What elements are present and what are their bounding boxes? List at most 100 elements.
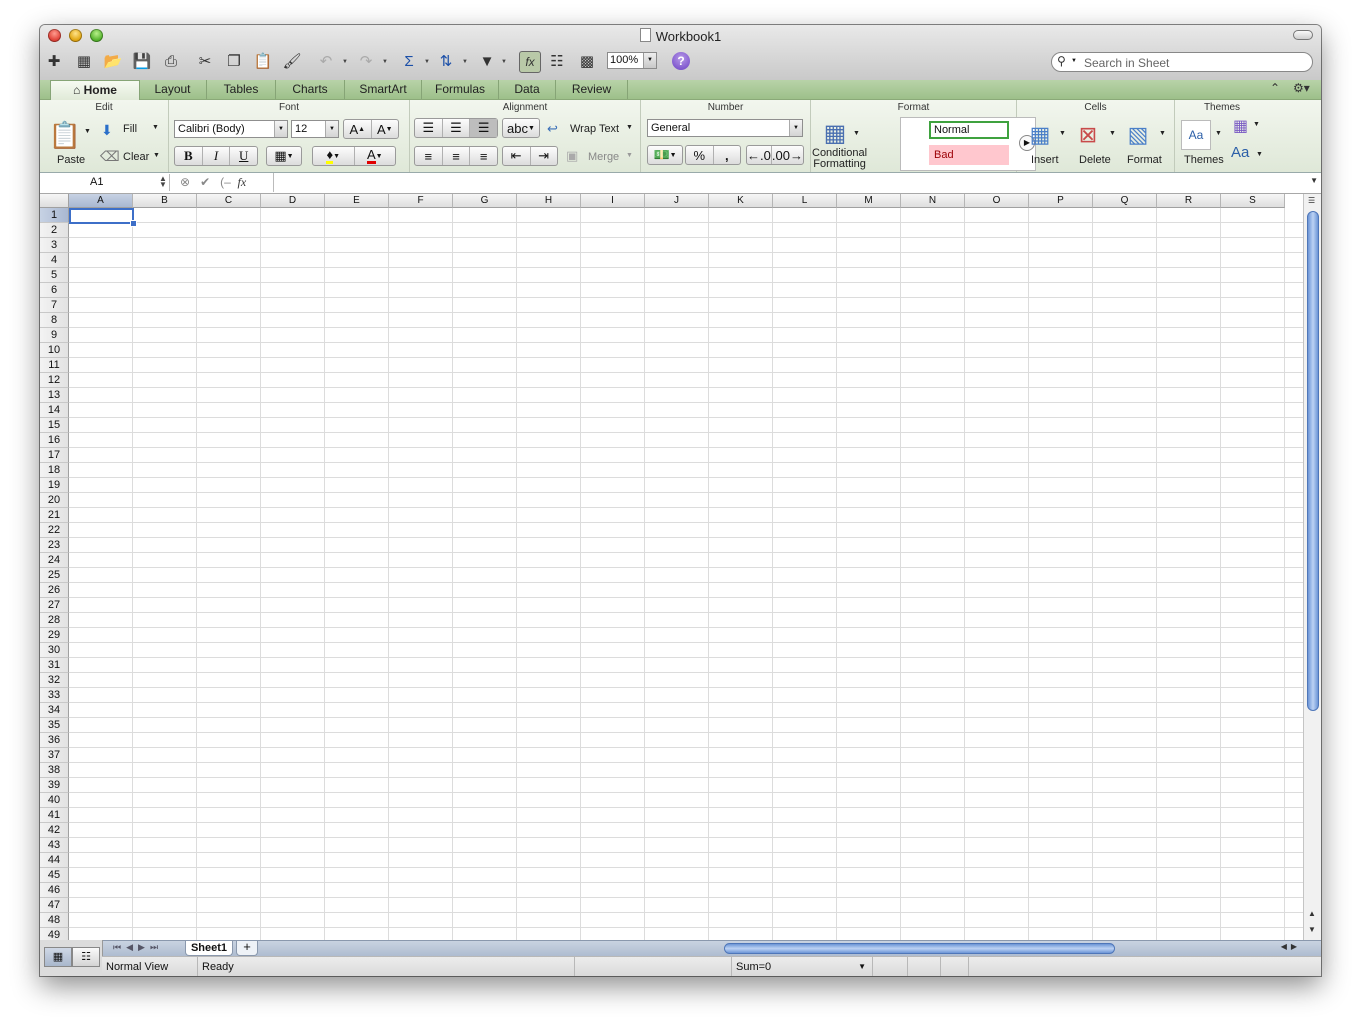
comma-button[interactable]: , <box>714 146 741 164</box>
formula-expand-icon[interactable]: ▼ <box>1310 176 1318 185</box>
row-header[interactable]: 10 <box>40 343 69 358</box>
tab-home[interactable]: ⌂ Home <box>50 80 140 101</box>
shrink-font-button[interactable]: A ▼ <box>372 120 399 138</box>
column-header[interactable]: I <box>581 194 645 208</box>
row-header[interactable]: 17 <box>40 448 69 463</box>
row-header[interactable]: 38 <box>40 763 69 778</box>
row-header[interactable]: 33 <box>40 688 69 703</box>
cut-icon[interactable]: ✂ <box>195 51 215 71</box>
column-header[interactable]: K <box>709 194 773 208</box>
tab-tables[interactable]: Tables <box>207 80 276 99</box>
status-sum[interactable]: Sum=0 ▼ <box>732 957 873 976</box>
insert-cells-icon[interactable]: ▦ <box>1025 120 1055 150</box>
column-header[interactable]: G <box>453 194 517 208</box>
merge-button[interactable]: Merge <box>588 151 619 163</box>
tab-data[interactable]: Data <box>499 80 556 99</box>
row-header[interactable]: 46 <box>40 883 69 898</box>
row-header[interactable]: 32 <box>40 673 69 688</box>
theme-fonts-dropdown-icon[interactable]: ▼ <box>1256 151 1263 158</box>
search-box[interactable]: ⚲ ▼ <box>1051 52 1313 72</box>
sheet-nav-arrows[interactable]: ⏮◀▶⏭ <box>113 942 163 953</box>
row-header[interactable]: 15 <box>40 418 69 433</box>
column-header[interactable]: D <box>261 194 325 208</box>
orientation-button[interactable]: abc ▼ <box>502 118 540 138</box>
font-size-select[interactable]: 12 ▼ <box>291 120 339 138</box>
row-header[interactable]: 18 <box>40 463 69 478</box>
row-header[interactable]: 30 <box>40 643 69 658</box>
row-header[interactable]: 24 <box>40 553 69 568</box>
theme-colors-dropdown-icon[interactable]: ▼ <box>1253 121 1260 128</box>
name-box[interactable]: A1 <box>40 174 170 191</box>
vertical-scrollbar[interactable]: ☰ ▲ ▼ <box>1303 194 1321 940</box>
vertical-scroll-thumb[interactable] <box>1307 211 1319 711</box>
media-browser-icon[interactable]: ▩ <box>577 51 597 71</box>
row-header[interactable]: 43 <box>40 838 69 853</box>
format-cells-icon[interactable]: ▧ <box>1123 120 1153 150</box>
sheet-tab-sheet1[interactable]: Sheet1 <box>185 941 233 956</box>
split-handle-icon[interactable]: ☰ <box>1308 196 1315 205</box>
row-header[interactable]: 25 <box>40 568 69 583</box>
font-size-dropdown-icon[interactable]: ▼ <box>325 121 338 137</box>
delete-cells-icon[interactable]: ⊠ <box>1073 120 1103 150</box>
cancel-entry-icon[interactable]: ⊗ <box>180 175 190 189</box>
insert-button[interactable]: Insert <box>1031 154 1059 166</box>
increase-indent-icon[interactable]: ⇥ <box>531 147 558 165</box>
row-header[interactable]: 27 <box>40 598 69 613</box>
row-header[interactable]: 39 <box>40 778 69 793</box>
row-header[interactable]: 45 <box>40 868 69 883</box>
open-icon[interactable]: 📂 <box>103 51 123 71</box>
name-box-stepper-icon[interactable]: ▲ ▼ <box>159 175 167 189</box>
collapse-ribbon-icon[interactable]: ⌃ <box>1270 81 1280 95</box>
scroll-down-icon[interactable]: ▼ <box>1308 925 1316 934</box>
decrease-decimal-icon[interactable]: .00→ <box>772 146 803 164</box>
merge-dropdown-icon[interactable]: ▼ <box>626 152 633 159</box>
horizontal-scroll-thumb[interactable] <box>724 943 1115 954</box>
filter-icon[interactable]: ▼ <box>477 51 497 71</box>
confirm-entry-icon[interactable]: ✔ <box>200 175 210 189</box>
font-name-select[interactable]: Calibri (Body) ▼ <box>174 120 288 138</box>
fill-color-button[interactable]: ♦ ▼ <box>313 147 355 165</box>
row-header[interactable]: 40 <box>40 793 69 808</box>
row-header[interactable]: 31 <box>40 658 69 673</box>
row-header[interactable]: 19 <box>40 478 69 493</box>
align-bottom-icon[interactable]: ☰ <box>470 119 498 137</box>
row-header[interactable]: 16 <box>40 433 69 448</box>
search-icon[interactable]: ⚲ <box>1057 54 1066 68</box>
row-header[interactable]: 12 <box>40 373 69 388</box>
grow-font-button[interactable]: A ▲ <box>344 120 372 138</box>
column-header[interactable]: O <box>965 194 1029 208</box>
row-header[interactable]: 9 <box>40 328 69 343</box>
align-top-icon[interactable]: ☰ <box>415 119 443 137</box>
formula-input[interactable] <box>273 173 1307 192</box>
zoom-dropdown-icon[interactable]: ▼ <box>643 53 656 68</box>
wrap-text-dropdown-icon[interactable]: ▼ <box>626 124 633 131</box>
underline-button[interactable]: U <box>230 147 257 165</box>
column-header[interactable]: B <box>133 194 197 208</box>
format-painter-icon[interactable]: 🖌 <box>282 51 302 71</box>
row-header[interactable]: 23 <box>40 538 69 553</box>
column-header[interactable]: R <box>1157 194 1221 208</box>
page-layout-view-button[interactable]: ☷ <box>72 947 100 967</box>
insert-function-button[interactable]: fx <box>238 175 247 189</box>
autosum-icon[interactable]: Σ <box>399 51 419 71</box>
font-name-dropdown-icon[interactable]: ▼ <box>274 121 287 137</box>
conditional-formatting-icon[interactable]: ▦ <box>819 118 851 148</box>
column-header[interactable]: L <box>773 194 837 208</box>
templates-icon[interactable]: ▦ <box>74 51 94 71</box>
row-header[interactable]: 13 <box>40 388 69 403</box>
undo-dropdown-icon[interactable]: ▼ <box>342 59 348 65</box>
row-header[interactable]: 42 <box>40 823 69 838</box>
row-header[interactable]: 14 <box>40 403 69 418</box>
row-header[interactable]: 35 <box>40 718 69 733</box>
horizontal-scroll-arrows[interactable]: ◀▶ <box>1281 942 1301 951</box>
formula-builder-icon[interactable]: fx <box>519 51 541 73</box>
row-header[interactable]: 44 <box>40 853 69 868</box>
ribbon-settings-icon[interactable]: ⚙▾ <box>1293 81 1310 95</box>
row-header[interactable]: 28 <box>40 613 69 628</box>
column-header[interactable]: N <box>901 194 965 208</box>
align-right-icon[interactable]: ≡ <box>470 147 497 165</box>
tab-review[interactable]: Review <box>556 80 628 99</box>
save-icon[interactable]: 💾 <box>132 51 152 71</box>
column-header[interactable]: Q <box>1093 194 1157 208</box>
column-header[interactable]: M <box>837 194 901 208</box>
